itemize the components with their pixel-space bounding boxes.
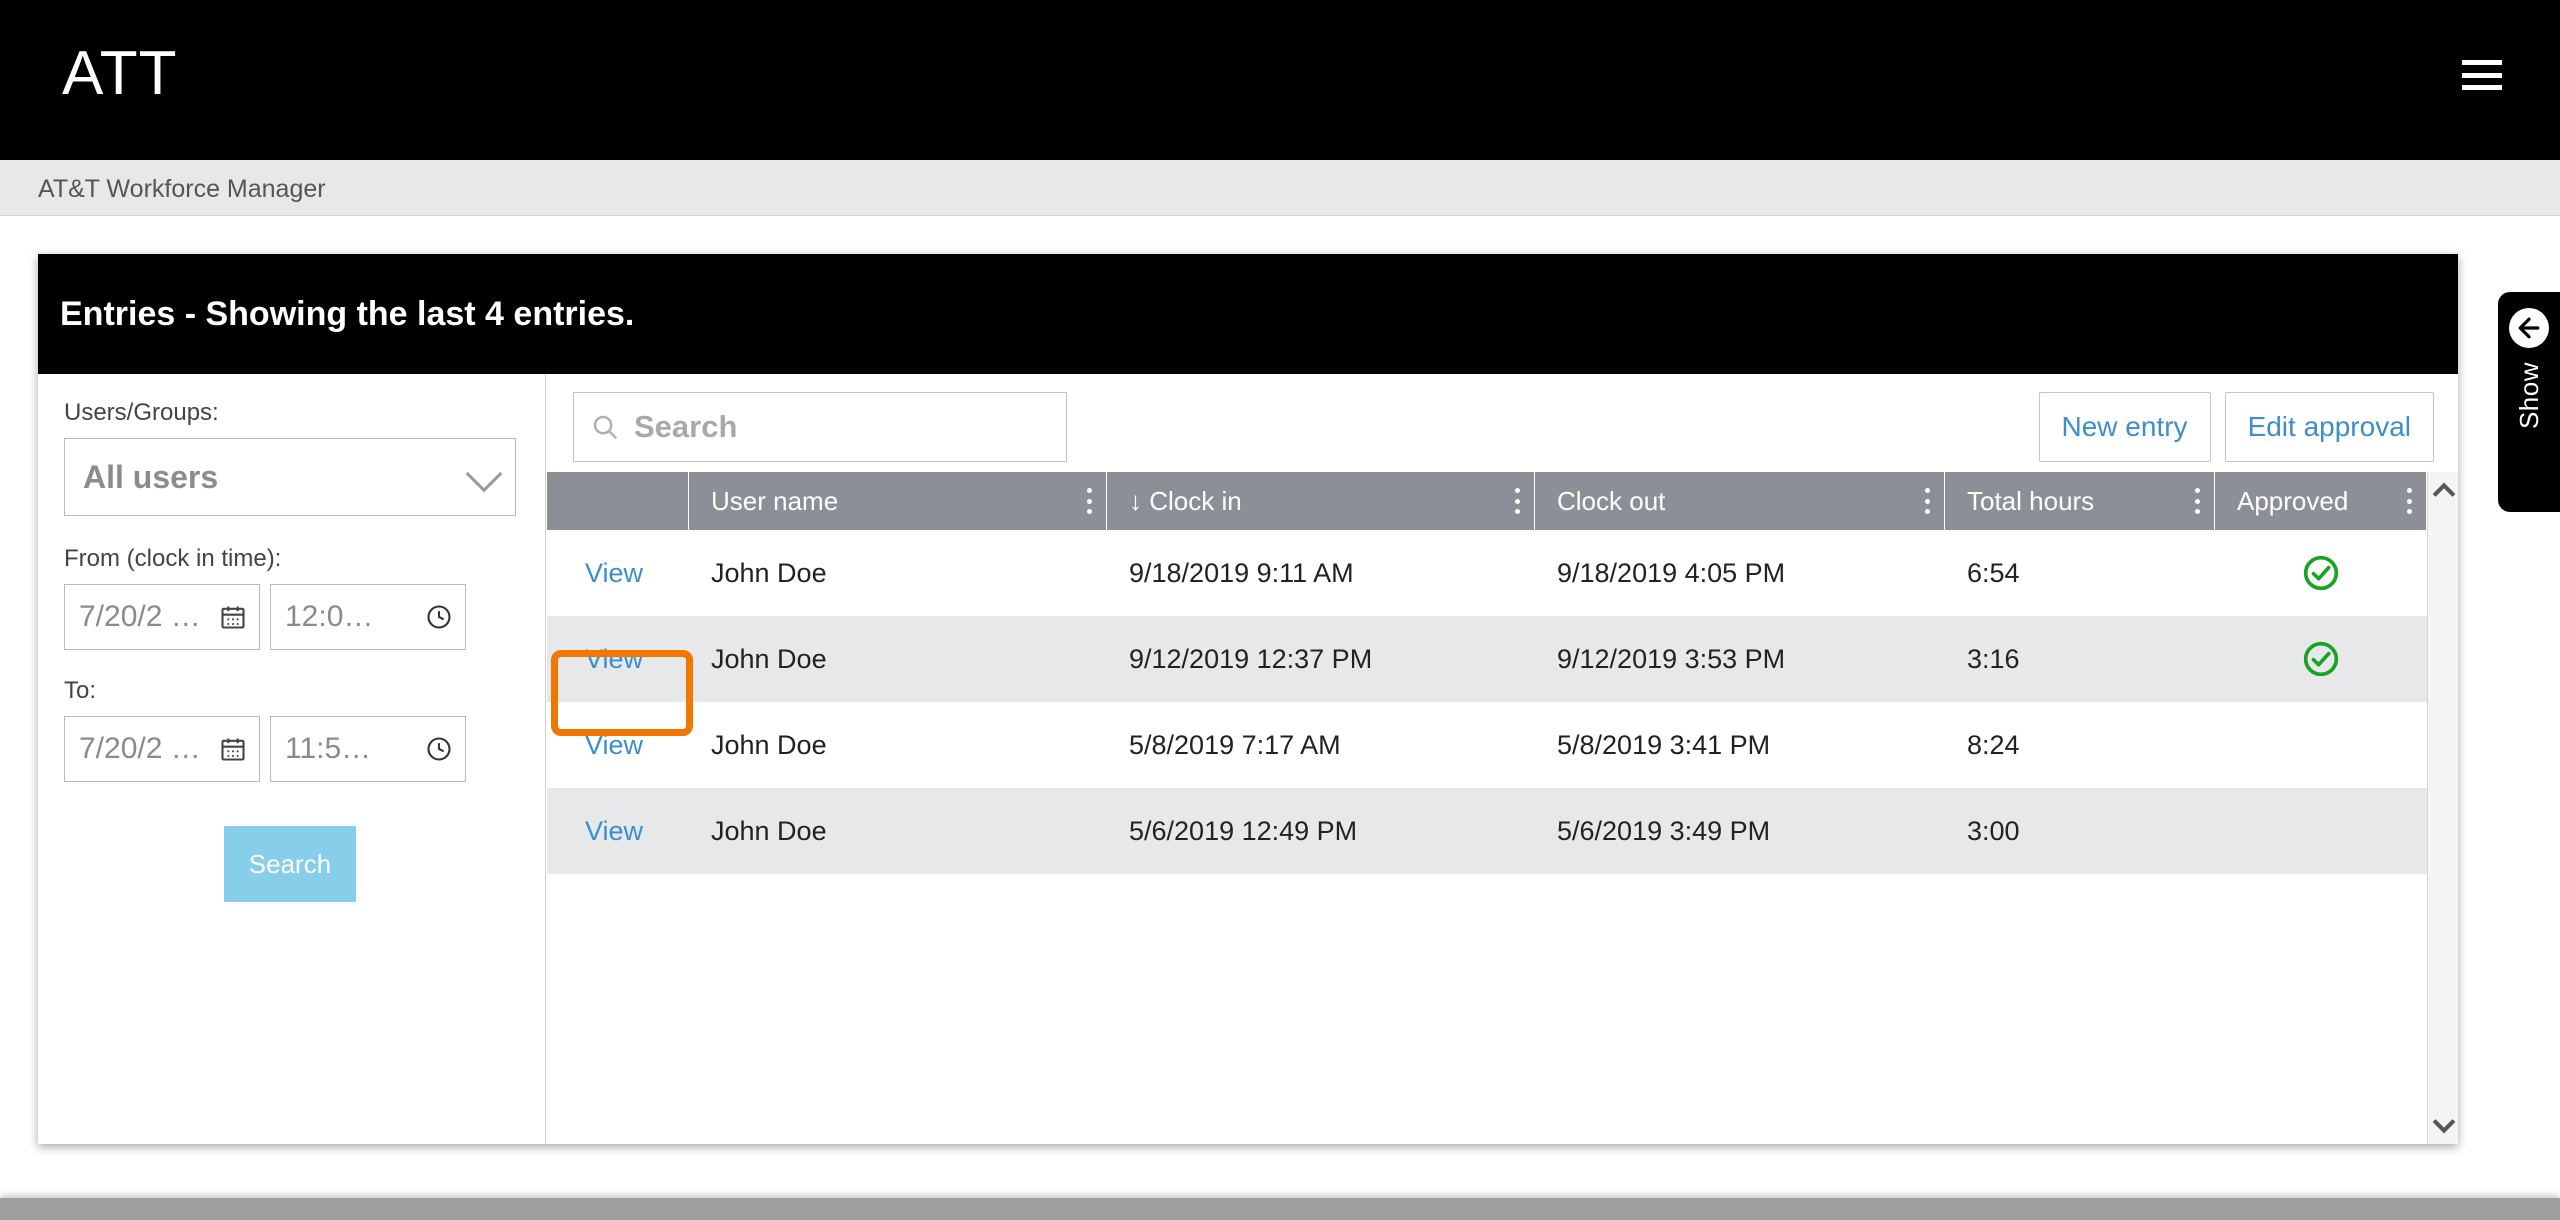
to-date-value: 7/20/2 … bbox=[79, 732, 201, 765]
table-header-row: User name ↓ Clock in Clock out Total hou… bbox=[547, 472, 2427, 530]
hamburger-bar bbox=[2462, 85, 2502, 90]
table-body: View John Doe 9/18/2019 9:11 AM 9/18/2019 4… bbox=[547, 530, 2427, 1144]
entries-card: Entries - Showing the last 4 entries. Us… bbox=[38, 254, 2458, 1144]
sub-header-bar: AT&T Workforce Manager bbox=[0, 160, 2560, 216]
column-header-label: ↓ Clock in bbox=[1129, 485, 1242, 516]
search-input[interactable] bbox=[634, 409, 1034, 445]
table-vertical-scrollbar[interactable] bbox=[2427, 472, 2458, 1144]
entries-table: User name ↓ Clock in Clock out Total hou… bbox=[547, 472, 2458, 1144]
table-row: View John Doe 5/8/2019 7:17 AM 5/8/2019 3:4… bbox=[547, 702, 2427, 788]
app-root: ATT AT&T Workforce Manager Entries - Sho… bbox=[0, 0, 2560, 1220]
to-label: To: bbox=[64, 677, 97, 704]
cell-clock-out: 9/12/2019 3:53 PM bbox=[1557, 643, 1786, 674]
cell-approved bbox=[2215, 788, 2427, 874]
search-field-wrapper[interactable] bbox=[573, 392, 1067, 462]
users-groups-value: All users bbox=[83, 459, 219, 495]
card-body: Users/Groups: All users From (clock in t… bbox=[38, 374, 2458, 1144]
cell-clock-out: 5/8/2019 3:41 PM bbox=[1557, 729, 1771, 760]
new-entry-button[interactable]: New entry bbox=[2038, 392, 2211, 462]
cell-approved bbox=[2215, 530, 2427, 616]
column-menu-icon[interactable] bbox=[2407, 488, 2412, 514]
cell-total-hours: 3:00 bbox=[1967, 815, 2020, 846]
edit-approval-button[interactable]: Edit approval bbox=[2224, 392, 2434, 462]
cell-clock-out: 9/18/2019 4:05 PM bbox=[1557, 557, 1786, 588]
page-title: Entries - Showing the last 4 entries. bbox=[60, 295, 635, 333]
cell-user-name: John Doe bbox=[711, 729, 827, 760]
show-tab-label: Show bbox=[2513, 362, 2544, 430]
hamburger-icon[interactable] bbox=[2462, 60, 2502, 90]
chevron-up-icon bbox=[2432, 482, 2455, 506]
chevron-down-icon bbox=[2432, 1110, 2455, 1134]
to-time-input[interactable]: 11:5… bbox=[270, 716, 466, 782]
table-row: View John Doe 9/12/2019 12:37 PM 9/12/2019 … bbox=[547, 616, 2427, 702]
search-icon bbox=[590, 412, 620, 442]
column-header-total-hours[interactable]: Total hours bbox=[1945, 472, 2215, 530]
clock-icon[interactable] bbox=[425, 735, 453, 763]
from-label: From (clock in time): bbox=[64, 545, 282, 572]
card-header: Entries - Showing the last 4 entries. bbox=[38, 254, 2458, 374]
table-row: View John Doe 5/6/2019 12:49 PM 5/6/2019 3:… bbox=[547, 788, 2427, 874]
view-link[interactable]: View bbox=[547, 616, 689, 702]
clock-icon[interactable] bbox=[425, 603, 453, 631]
to-time-value: 11:5… bbox=[285, 732, 372, 765]
table-toolbar: New entry Edit approval bbox=[547, 374, 2458, 472]
users-groups-label: Users/Groups: bbox=[64, 399, 219, 426]
column-header-label: User name bbox=[711, 485, 839, 516]
column-menu-icon[interactable] bbox=[2195, 488, 2200, 514]
cell-total-hours: 6:54 bbox=[1967, 557, 2020, 588]
cell-clock-in: 9/18/2019 9:11 AM bbox=[1129, 557, 1354, 588]
app-name-label: AT&T Workforce Manager bbox=[38, 175, 326, 203]
cell-clock-out: 5/6/2019 3:49 PM bbox=[1557, 815, 1771, 846]
view-link[interactable]: View bbox=[547, 702, 689, 788]
top-navigation-bar: ATT bbox=[0, 0, 2560, 160]
window-footer-strip bbox=[0, 1198, 2560, 1220]
cell-total-hours: 3:16 bbox=[1967, 643, 2020, 674]
column-header-user-name[interactable]: User name bbox=[689, 472, 1107, 530]
hamburger-bar bbox=[2462, 72, 2502, 78]
cell-total-hours: 8:24 bbox=[1967, 729, 2020, 760]
toolbar-buttons: New entry Edit approval bbox=[2038, 392, 2434, 462]
from-time-input[interactable]: 12:0… bbox=[270, 584, 466, 650]
column-header-approved[interactable]: Approved bbox=[2215, 472, 2427, 530]
column-header-clock-in[interactable]: ↓ Clock in bbox=[1107, 472, 1535, 530]
cell-approved bbox=[2215, 616, 2427, 702]
filter-panel: Users/Groups: All users From (clock in t… bbox=[38, 374, 546, 1144]
from-date-input[interactable]: 7/20/2 … bbox=[64, 584, 260, 650]
cell-user-name: John Doe bbox=[711, 557, 827, 588]
column-header-label: Total hours bbox=[1967, 485, 2095, 516]
column-header-label: Approved bbox=[2237, 485, 2349, 516]
brand-logo: ATT bbox=[62, 39, 178, 108]
cell-clock-in: 5/8/2019 7:17 AM bbox=[1129, 729, 1341, 760]
cell-user-name: John Doe bbox=[711, 815, 827, 846]
cell-clock-in: 9/12/2019 12:37 PM bbox=[1129, 643, 1373, 674]
calendar-icon[interactable] bbox=[219, 735, 247, 763]
from-datetime-row: 7/20/2 … 12:0… bbox=[64, 584, 519, 650]
chevron-down-icon bbox=[465, 455, 503, 493]
from-date-value: 7/20/2 … bbox=[79, 600, 201, 633]
to-datetime-row: 7/20/2 … 11:5… bbox=[64, 716, 519, 782]
to-date-input[interactable]: 7/20/2 … bbox=[64, 716, 260, 782]
cell-clock-in: 5/6/2019 12:49 PM bbox=[1129, 815, 1358, 846]
column-header-label: Clock out bbox=[1557, 485, 1666, 516]
column-menu-icon[interactable] bbox=[1925, 488, 1930, 514]
arrow-left-circle-icon bbox=[2509, 308, 2549, 348]
table-row: View John Doe 9/18/2019 9:11 AM 9/18/2019 4… bbox=[547, 530, 2427, 616]
calendar-icon[interactable] bbox=[219, 603, 247, 631]
show-panel-tab[interactable]: Show bbox=[2498, 292, 2560, 512]
column-menu-icon[interactable] bbox=[1087, 488, 1092, 514]
view-link[interactable]: View bbox=[547, 530, 689, 616]
cell-approved bbox=[2215, 702, 2427, 788]
scroll-up-button[interactable] bbox=[2428, 474, 2459, 508]
scroll-down-button[interactable] bbox=[2428, 1108, 2459, 1142]
column-menu-icon[interactable] bbox=[1515, 488, 1520, 514]
column-header-action bbox=[547, 472, 689, 530]
entries-content: New entry Edit approval User name ↓ Cloc… bbox=[547, 374, 2458, 1144]
view-link[interactable]: View bbox=[547, 788, 689, 874]
search-submit-button[interactable]: Search bbox=[224, 826, 356, 902]
cell-user-name: John Doe bbox=[711, 643, 827, 674]
hamburger-bar bbox=[2462, 60, 2502, 65]
column-header-clock-out[interactable]: Clock out bbox=[1535, 472, 1945, 530]
from-time-value: 12:0… bbox=[285, 600, 374, 633]
users-groups-select[interactable]: All users bbox=[64, 438, 516, 516]
